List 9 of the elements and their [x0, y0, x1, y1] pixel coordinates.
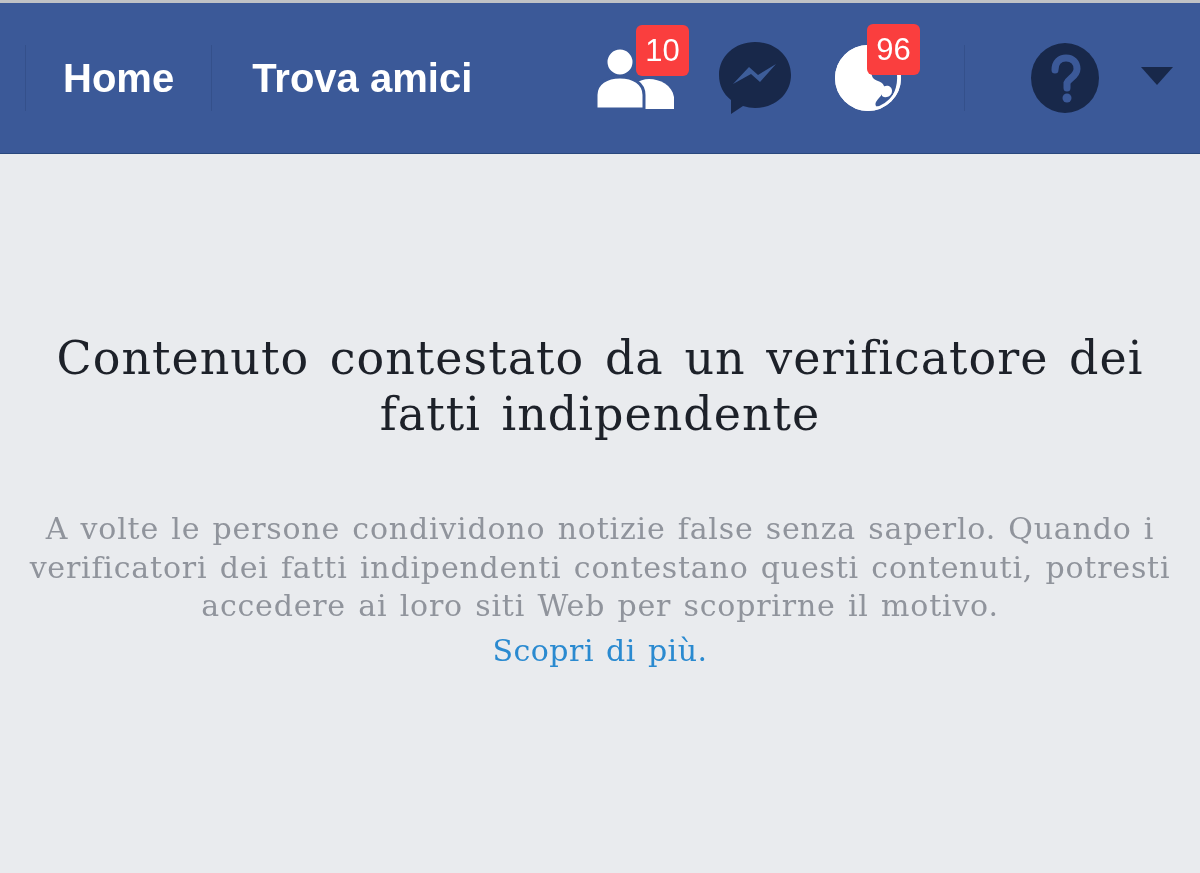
nav-link[interactable]: Trova amici [252, 58, 473, 98]
help-icon[interactable] [1031, 43, 1100, 113]
caret-icon[interactable] [1141, 67, 1174, 85]
count-badge: 10 [636, 25, 689, 76]
notice-title: Contenuto contestato da un verificatore dei fatti indipendente [55, 330, 1145, 442]
messenger-icon[interactable] [719, 42, 792, 114]
count-badge: 96 [867, 24, 920, 75]
notice-text: A volte le persone condividono notizie false senza saperlo. Quando i verificatori dei fatti indipendenti contestano questi contenuti, potresti accedere ai loro siti Web per scoprirne il motivo. [28, 510, 1172, 625]
nav-link[interactable]: Home [63, 58, 175, 98]
